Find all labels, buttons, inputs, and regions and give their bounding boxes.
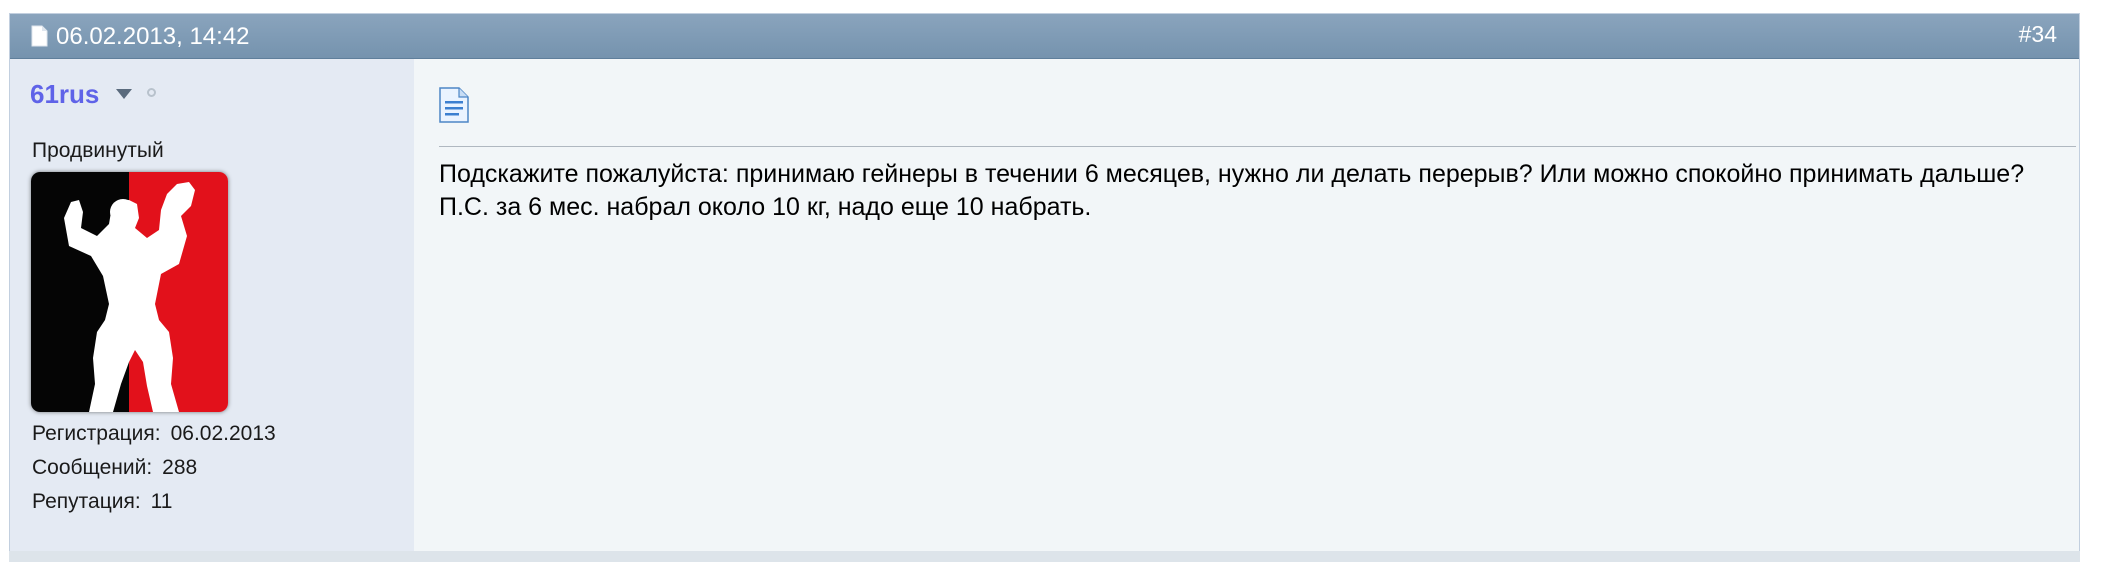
stat-value: 11: [150, 490, 173, 513]
user-info-panel: 61rus Продвинутый Регистрация: 06.02.2013…: [10, 59, 414, 557]
stat-value: 288: [162, 456, 198, 479]
post-number-link[interactable]: #34: [2019, 21, 2057, 47]
user-menu-caret-icon[interactable]: [116, 89, 132, 99]
stat-label: Репутация:: [32, 490, 141, 513]
offline-status-icon: [147, 88, 156, 97]
post-message: Подскажите пожалуйста: принимаю гейнеры …: [439, 158, 2112, 224]
post-icon: [439, 87, 469, 123]
post-footer: [9, 551, 2080, 562]
post-header: 06.02.2013, 14:42 #34: [10, 14, 2079, 59]
username-link[interactable]: 61rus: [30, 79, 99, 110]
bodybuilder-silhouette-icon: [31, 172, 228, 412]
stat-value: 06.02.2013: [170, 422, 276, 445]
forum-post: 06.02.2013, 14:42 #34 61rus Продвинутый …: [9, 13, 2080, 558]
user-title: Продвинутый: [32, 139, 164, 162]
message-line: Подскажите пожалуйста: принимаю гейнеры …: [439, 160, 2025, 188]
stat-label: Регистрация:: [32, 422, 161, 445]
message-line: П.С. за 6 мес. набрал около 10 кг, надо …: [439, 193, 1092, 221]
post-title-separator: [439, 146, 2076, 147]
document-icon: [31, 25, 48, 47]
stat-label: Сообщений:: [32, 456, 153, 479]
stat-messages: Сообщений: 288: [32, 456, 276, 490]
stat-registration: Регистрация: 06.02.2013: [32, 422, 276, 456]
post-date: 06.02.2013, 14:42: [56, 23, 250, 50]
stat-reputation: Репутация: 11: [32, 490, 276, 524]
post-body: Подскажите пожалуйста: принимаю гейнеры …: [414, 59, 2079, 557]
user-stats: Регистрация: 06.02.2013 Сообщений: 288 Реп…: [32, 422, 276, 524]
avatar[interactable]: [31, 172, 228, 412]
